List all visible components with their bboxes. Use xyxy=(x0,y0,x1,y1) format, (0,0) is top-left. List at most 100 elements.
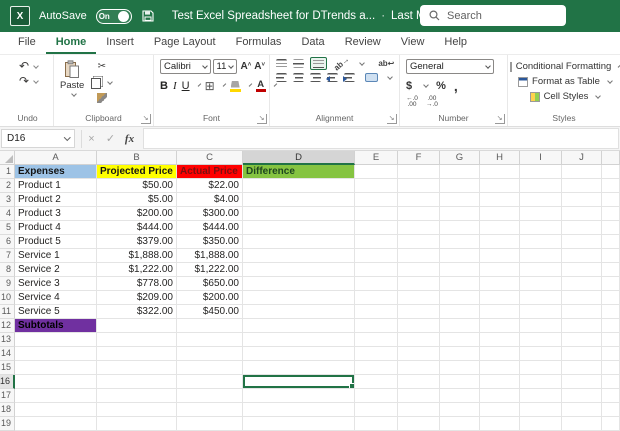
cell-C2[interactable]: $22.00 xyxy=(177,179,243,193)
cell-G16[interactable] xyxy=(440,375,480,389)
top-align-button[interactable] xyxy=(276,59,287,68)
column-header-partial[interactable] xyxy=(602,151,620,165)
cell-E19[interactable] xyxy=(355,417,398,431)
cell-J5[interactable] xyxy=(562,221,602,235)
row-header-4[interactable]: 4 xyxy=(0,207,15,221)
cell-A13[interactable] xyxy=(15,333,97,347)
cell-I8[interactable] xyxy=(520,263,562,277)
cell-B3[interactable]: $5.00 xyxy=(97,193,177,207)
cell-D18[interactable] xyxy=(243,403,355,417)
merge-center-button[interactable] xyxy=(365,73,378,82)
cell-D16[interactable] xyxy=(243,375,355,389)
cell-J3[interactable] xyxy=(562,193,602,207)
cell-D2[interactable] xyxy=(243,179,355,193)
number-dialog-launcher[interactable]: ↘ xyxy=(495,114,505,124)
cell-H14[interactable] xyxy=(480,347,520,361)
row-header-11[interactable]: 11 xyxy=(0,305,15,319)
column-header-a[interactable]: A xyxy=(15,151,97,165)
autosave-toggle[interactable]: On xyxy=(96,9,132,24)
cell-partial-5[interactable] xyxy=(602,221,620,235)
cell-H11[interactable] xyxy=(480,305,520,319)
tab-page-layout[interactable]: Page Layout xyxy=(144,32,226,54)
cell-E9[interactable] xyxy=(355,277,398,291)
accounting-dropdown-icon[interactable] xyxy=(423,82,429,88)
cell-E14[interactable] xyxy=(355,347,398,361)
copy-dropdown-icon[interactable] xyxy=(107,79,113,85)
cell-G7[interactable] xyxy=(440,249,480,263)
bold-button[interactable]: B xyxy=(160,80,168,92)
cell-partial-19[interactable] xyxy=(602,417,620,431)
cell-H7[interactable] xyxy=(480,249,520,263)
cell-I7[interactable] xyxy=(520,249,562,263)
cell-C13[interactable] xyxy=(177,333,243,347)
cell-J12[interactable] xyxy=(562,319,602,333)
paste-dropdown-icon[interactable] xyxy=(71,91,77,97)
increase-indent-button[interactable] xyxy=(344,73,355,82)
cell-D14[interactable] xyxy=(243,347,355,361)
cell-E2[interactable] xyxy=(355,179,398,193)
cell-G2[interactable] xyxy=(440,179,480,193)
shrink-font-button[interactable]: A˅ xyxy=(254,61,265,72)
cell-E16[interactable] xyxy=(355,375,398,389)
cell-B18[interactable] xyxy=(97,403,177,417)
row-header-10[interactable]: 10 xyxy=(0,291,15,305)
cell-I9[interactable] xyxy=(520,277,562,291)
cell-B7[interactable]: $1,888.00 xyxy=(97,249,177,263)
font-dialog-launcher[interactable]: ↘ xyxy=(257,114,267,124)
cell-F13[interactable] xyxy=(398,333,440,347)
cell-D8[interactable] xyxy=(243,263,355,277)
font-color-button[interactable]: A xyxy=(256,81,266,92)
cell-F6[interactable] xyxy=(398,235,440,249)
cell-A5[interactable]: Product 4 xyxy=(15,221,97,235)
cell-H10[interactable] xyxy=(480,291,520,305)
cell-partial-11[interactable] xyxy=(602,305,620,319)
row-header-5[interactable]: 5 xyxy=(0,221,15,235)
cancel-button[interactable]: × xyxy=(82,133,101,145)
cell-F11[interactable] xyxy=(398,305,440,319)
cell-partial-1[interactable] xyxy=(602,165,620,179)
cell-D13[interactable] xyxy=(243,333,355,347)
formula-input[interactable] xyxy=(143,128,619,149)
cell-A16[interactable] xyxy=(15,375,97,389)
tab-data[interactable]: Data xyxy=(291,32,334,54)
cell-I12[interactable] xyxy=(520,319,562,333)
cell-C5[interactable]: $444.00 xyxy=(177,221,243,235)
undo-button[interactable]: ↶ xyxy=(8,61,49,72)
cell-B15[interactable] xyxy=(97,361,177,375)
cell-H18[interactable] xyxy=(480,403,520,417)
cell-I18[interactable] xyxy=(520,403,562,417)
cell-H6[interactable] xyxy=(480,235,520,249)
cell-C17[interactable] xyxy=(177,389,243,403)
cell-J9[interactable] xyxy=(562,277,602,291)
borders-dropdown-icon[interactable] xyxy=(222,83,226,87)
row-header-15[interactable]: 15 xyxy=(0,361,15,375)
cell-I16[interactable] xyxy=(520,375,562,389)
cell-B16[interactable] xyxy=(97,375,177,389)
cell-C16[interactable] xyxy=(177,375,243,389)
fill-color-button[interactable] xyxy=(230,81,241,92)
cell-B9[interactable]: $778.00 xyxy=(97,277,177,291)
cell-J1[interactable] xyxy=(562,165,602,179)
cell-B12[interactable] xyxy=(97,319,177,333)
cell-G4[interactable] xyxy=(440,207,480,221)
clipboard-dialog-launcher[interactable]: ↘ xyxy=(141,114,151,124)
font-name-select[interactable]: Calibri xyxy=(160,59,211,74)
cell-A18[interactable] xyxy=(15,403,97,417)
cell-G8[interactable] xyxy=(440,263,480,277)
row-header-16[interactable]: 16 xyxy=(0,375,15,389)
number-format-select[interactable]: General xyxy=(406,59,494,74)
cell-C8[interactable]: $1,222.00 xyxy=(177,263,243,277)
cell-C12[interactable] xyxy=(177,319,243,333)
cell-C4[interactable]: $300.00 xyxy=(177,207,243,221)
name-box-dropdown-icon[interactable] xyxy=(64,134,70,140)
cell-B13[interactable] xyxy=(97,333,177,347)
cell-C15[interactable] xyxy=(177,361,243,375)
cell-E6[interactable] xyxy=(355,235,398,249)
cell-G19[interactable] xyxy=(440,417,480,431)
row-header-12[interactable]: 12 xyxy=(0,319,15,333)
cell-H5[interactable] xyxy=(480,221,520,235)
cell-D5[interactable] xyxy=(243,221,355,235)
cell-partial-4[interactable] xyxy=(602,207,620,221)
accounting-format-button[interactable]: $ xyxy=(406,80,412,92)
cell-I4[interactable] xyxy=(520,207,562,221)
